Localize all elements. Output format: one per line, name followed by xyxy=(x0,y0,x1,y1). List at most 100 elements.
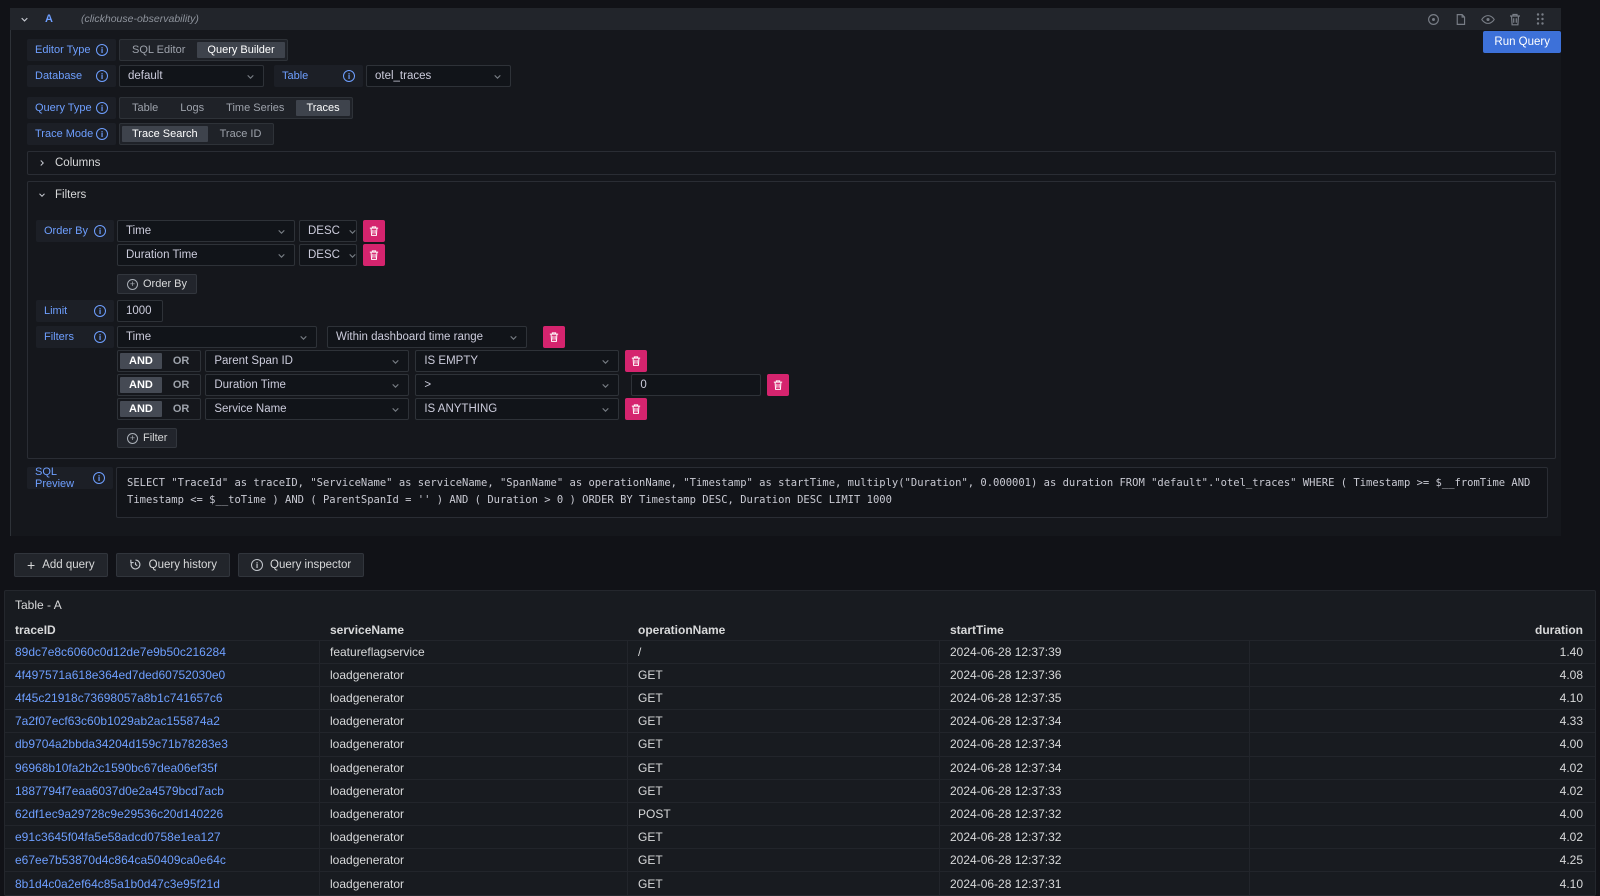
info-icon: i xyxy=(94,305,106,317)
table-cell-operationname: GET xyxy=(628,780,940,802)
bool-or-option[interactable]: OR xyxy=(164,353,199,369)
trace-mode-option-trace-id[interactable]: Trace ID xyxy=(210,126,272,142)
query-footer: + Add query Query history i Query inspec… xyxy=(14,553,1600,577)
order-by-direction-select[interactable]: DESC xyxy=(299,220,357,242)
filter-operator-select[interactable]: IS EMPTY xyxy=(415,350,619,372)
table-cell-starttime: 2024-06-28 12:37:34 xyxy=(940,710,1250,732)
duplicate-query-icon[interactable] xyxy=(1454,13,1467,26)
trace-id-link[interactable]: 7a2f07ecf63c60b1029ab2ac155874a2 xyxy=(5,710,320,732)
filter-operator-select[interactable]: Within dashboard time range xyxy=(327,326,527,348)
sql-preview-code: SELECT "TraceId" as traceID, "ServiceNam… xyxy=(116,467,1548,518)
table-select[interactable]: otel_traces xyxy=(366,65,511,87)
order-by-field-select[interactable]: Time xyxy=(117,220,295,242)
filter-field-select[interactable]: Duration Time xyxy=(205,374,409,396)
filter-operator-select[interactable]: IS ANYTHING xyxy=(415,398,619,420)
remove-filter-button[interactable] xyxy=(625,398,647,420)
table-cell-duration: 4.25 xyxy=(1250,849,1595,871)
add-query-button[interactable]: + Add query xyxy=(14,553,108,577)
collapse-query-icon[interactable] xyxy=(18,15,31,24)
trace-id-link[interactable]: 4f45c21918c73698057a8b1c741657c6 xyxy=(5,687,320,709)
table-cell-operationname: GET xyxy=(628,687,940,709)
bool-toggle-group: AND OR xyxy=(117,350,201,372)
circle-action-icon[interactable] xyxy=(1427,13,1440,26)
filter-field-select[interactable]: Service Name xyxy=(205,398,409,420)
remove-filter-button[interactable] xyxy=(767,374,789,396)
table-row: 62df1ec9a29728c9e29536c20d140226loadgene… xyxy=(5,802,1595,825)
table-row: 7a2f07ecf63c60b1029ab2ac155874a2loadgene… xyxy=(5,709,1595,732)
bool-or-option[interactable]: OR xyxy=(164,377,199,393)
trace-id-link[interactable]: e91c3645f04fa5e58adcd0758e1ea127 xyxy=(5,826,320,848)
bool-toggle-group: AND OR xyxy=(117,398,201,420)
filters-section: Filters Order By i Time DESC xyxy=(27,181,1556,459)
info-icon: i xyxy=(94,331,106,343)
trace-id-link[interactable]: 89dc7e8c6060c0d12de7e9b50c216284 xyxy=(5,641,320,663)
table-cell-starttime: 2024-06-28 12:37:34 xyxy=(940,757,1250,779)
remove-filter-button[interactable] xyxy=(625,350,647,372)
bool-or-option[interactable]: OR xyxy=(164,401,199,417)
filter-field-select[interactable]: Parent Span ID xyxy=(205,350,409,372)
table-cell-starttime: 2024-06-28 12:37:39 xyxy=(940,641,1250,663)
order-by-direction-select[interactable]: DESC xyxy=(299,244,357,266)
editor-type-option-sql-editor[interactable]: SQL Editor xyxy=(122,42,195,58)
query-type-option-logs[interactable]: Logs xyxy=(170,100,214,116)
filter-field-select[interactable]: Time xyxy=(117,326,317,348)
column-header-operationname[interactable]: operationName xyxy=(628,623,940,637)
bool-and-option[interactable]: AND xyxy=(120,401,162,417)
add-filter-button[interactable]: + Filter xyxy=(117,428,177,448)
query-type-radio-group: Table Logs Time Series Traces xyxy=(119,97,353,119)
query-inspector-button[interactable]: i Query inspector xyxy=(238,553,364,577)
table-cell-servicename: loadgenerator xyxy=(320,710,628,732)
filter-value-input[interactable] xyxy=(631,374,761,396)
hide-response-eye-icon[interactable] xyxy=(1481,13,1495,26)
remove-query-trash-icon[interactable] xyxy=(1509,13,1521,26)
table-row: db9704a2bbda34204d159c71b78283e3loadgene… xyxy=(5,732,1595,755)
query-editor-body: Run Query Editor Type i SQL Editor Query… xyxy=(10,30,1561,536)
bool-and-option[interactable]: AND xyxy=(120,377,162,393)
column-header-traceid[interactable]: traceID xyxy=(5,623,320,637)
limit-input[interactable] xyxy=(117,300,163,322)
column-header-servicename[interactable]: serviceName xyxy=(320,623,628,637)
table-cell-duration: 4.00 xyxy=(1250,733,1595,755)
table-cell-starttime: 2024-06-28 12:37:33 xyxy=(940,780,1250,802)
trace-id-link[interactable]: db9704a2bbda34204d159c71b78283e3 xyxy=(5,733,320,755)
trace-id-link[interactable]: 96968b10fa2b2c1590bc67dea06ef35f xyxy=(5,757,320,779)
trace-mode-option-trace-search[interactable]: Trace Search xyxy=(122,126,208,142)
query-history-button[interactable]: Query history xyxy=(116,553,230,577)
remove-order-by-button[interactable] xyxy=(363,244,385,266)
trace-id-link[interactable]: 62df1ec9a29728c9e29536c20d140226 xyxy=(5,803,320,825)
database-select[interactable]: default xyxy=(119,65,264,87)
table-cell-operationname: GET xyxy=(628,710,940,732)
column-header-duration[interactable]: duration xyxy=(1250,623,1595,637)
table-cell-servicename: loadgenerator xyxy=(320,872,628,894)
remove-filter-button[interactable] xyxy=(543,326,565,348)
table-cell-operationname: GET xyxy=(628,664,940,686)
order-by-field-select[interactable]: Duration Time xyxy=(117,244,295,266)
table-cell-duration: 1.40 xyxy=(1250,641,1595,663)
table-row: 1887794f7eaa6037d0e2a4579bcd7acbloadgene… xyxy=(5,779,1595,802)
table-cell-operationname: / xyxy=(628,641,940,663)
info-icon: i xyxy=(251,559,263,571)
trace-id-link[interactable]: e67ee7b53870d4c864ca50409ca0e64c xyxy=(5,849,320,871)
trace-id-link[interactable]: 4f497571a618e364ed7ded60752030e0 xyxy=(5,664,320,686)
add-order-by-button[interactable]: + Order By xyxy=(117,274,197,294)
trace-id-link[interactable]: 8b1d4c0a2ef64c85a1b0d47c3e95f21d xyxy=(5,872,320,894)
bool-and-option[interactable]: AND xyxy=(120,353,162,369)
drag-handle-icon[interactable] xyxy=(1535,12,1545,26)
filter-operator-select[interactable]: > xyxy=(415,374,619,396)
editor-type-option-query-builder[interactable]: Query Builder xyxy=(197,42,284,58)
query-type-option-time-series[interactable]: Time Series xyxy=(216,100,294,116)
table-cell-servicename: loadgenerator xyxy=(320,780,628,802)
query-type-option-traces[interactable]: Traces xyxy=(296,100,349,116)
run-query-button[interactable]: Run Query xyxy=(1483,31,1561,53)
query-type-option-table[interactable]: Table xyxy=(122,100,168,116)
sql-preview-label: SQL Preview i xyxy=(27,467,113,489)
query-editor-card: A (clickhouse-observability) Run Query xyxy=(10,8,1561,536)
table-cell-duration: 4.02 xyxy=(1250,757,1595,779)
filters-section-toggle[interactable]: Filters xyxy=(28,182,1555,204)
trace-id-link[interactable]: 1887794f7eaa6037d0e2a4579bcd7acb xyxy=(5,780,320,802)
remove-order-by-button[interactable] xyxy=(363,220,385,242)
table-cell-servicename: loadgenerator xyxy=(320,803,628,825)
column-header-starttime[interactable]: startTime xyxy=(940,623,1250,637)
columns-section-toggle[interactable]: Columns xyxy=(28,152,1555,174)
table-header-row: traceID serviceName operationName startT… xyxy=(5,620,1595,640)
